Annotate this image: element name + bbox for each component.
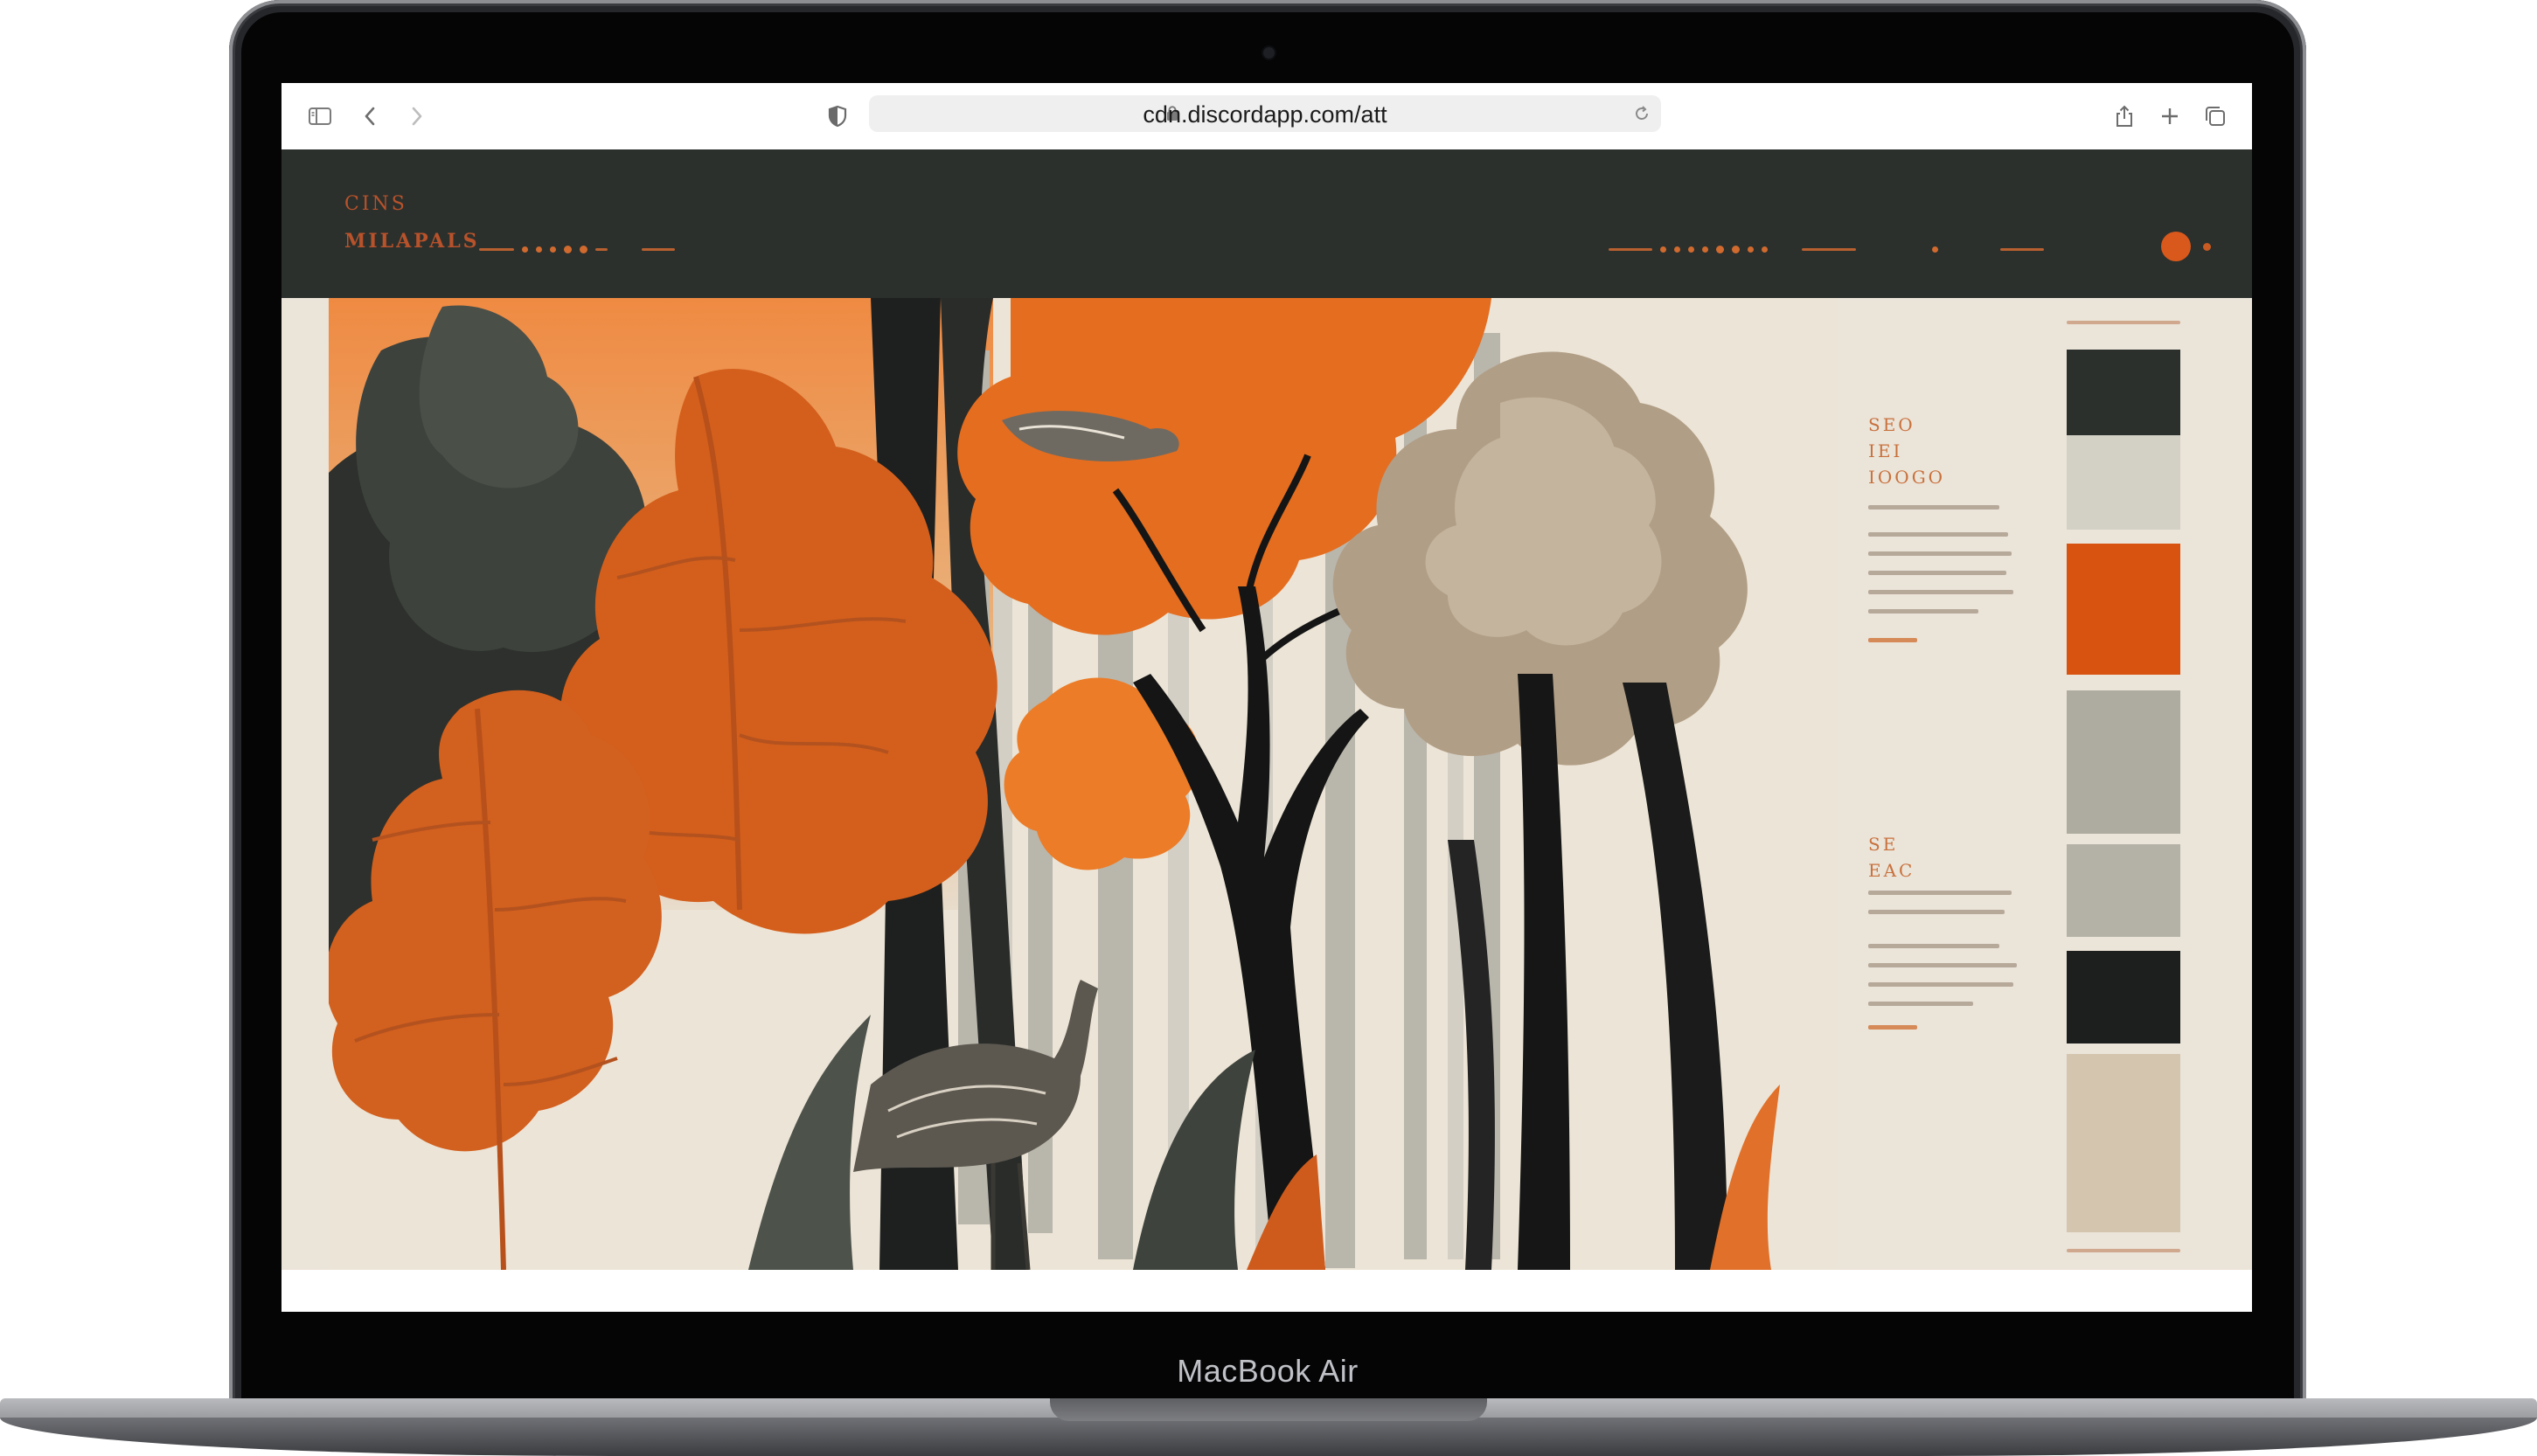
side-heading-line: SE xyxy=(1868,834,1899,855)
nav-dot xyxy=(580,245,587,253)
nav-dot xyxy=(1702,246,1708,253)
swatch-5[interactable] xyxy=(2067,844,2180,937)
nav-dot xyxy=(536,246,542,253)
side-text-block-2: SE EAC xyxy=(1868,831,2017,1030)
laptop-hinge-notch xyxy=(1050,1398,1487,1421)
url-text: cdn.discordapp.com/att xyxy=(1143,101,1387,128)
laptop-base-edge xyxy=(0,1418,2537,1456)
nav-dot xyxy=(550,246,556,253)
nav-link[interactable] xyxy=(595,247,608,251)
header-action-button[interactable] xyxy=(2161,232,2191,261)
side-heading-line: SEO xyxy=(1868,414,1915,435)
swatch-4[interactable] xyxy=(2067,690,2180,834)
side-heading-line: IOOGO xyxy=(1868,467,1946,488)
browser-screen: cdn.discordapp.com/att CINS MILAPALS SEO… xyxy=(282,83,2252,1312)
nav-link[interactable] xyxy=(642,247,675,251)
side-accent-line[interactable] xyxy=(1868,1025,1917,1030)
forward-icon[interactable] xyxy=(400,101,432,132)
sidebar-icon[interactable] xyxy=(304,101,336,132)
header-dot xyxy=(2203,243,2211,251)
swatch-6[interactable] xyxy=(2067,951,2180,1043)
nav-link[interactable] xyxy=(1609,247,1652,251)
nav-dot xyxy=(1674,246,1680,253)
nav-link[interactable] xyxy=(1802,247,1856,251)
nav-dot xyxy=(1716,245,1724,253)
nav-left[interactable] xyxy=(479,243,675,255)
address-bar[interactable]: cdn.discordapp.com/att xyxy=(869,95,1661,132)
forest-illustration xyxy=(329,298,1838,1270)
page-bottom-strip xyxy=(282,1270,2252,1312)
website: CINS MILAPALS SEO IEI IOOGO SE EAC xyxy=(282,149,2252,1312)
side-heading-line: EAC xyxy=(1868,860,1915,881)
side-paragraph xyxy=(1868,505,2013,614)
shield-icon[interactable] xyxy=(822,101,853,132)
nav-dot xyxy=(1688,246,1694,253)
swatch-1[interactable] xyxy=(2067,350,2180,435)
swatch-2[interactable] xyxy=(2067,435,2180,530)
nav-dot xyxy=(1748,246,1754,253)
nav-dot xyxy=(1932,246,1938,253)
nav-link[interactable] xyxy=(2000,247,2044,251)
share-icon[interactable] xyxy=(2109,101,2140,132)
nav-dot xyxy=(1762,246,1768,253)
tabs-icon[interactable] xyxy=(2200,101,2231,132)
nav-link[interactable] xyxy=(479,247,514,251)
side-text-block-1: SEO IEI IOOGO xyxy=(1868,412,2013,642)
palette-caption xyxy=(2067,321,2180,324)
side-accent-line[interactable] xyxy=(1868,638,1917,642)
nav-dot xyxy=(1732,245,1740,253)
new-tab-icon[interactable] xyxy=(2154,101,2186,132)
nav-dot xyxy=(522,246,528,253)
webcam xyxy=(1263,47,1275,59)
site-logo-line2[interactable]: MILAPALS xyxy=(344,230,480,253)
palette-footer xyxy=(2067,1249,2180,1252)
side-paragraph xyxy=(1868,891,2017,1006)
device-brand-label: MacBook Air xyxy=(1177,1353,1359,1389)
site-header: CINS MILAPALS xyxy=(282,149,2252,298)
site-logo-line1[interactable]: CINS xyxy=(344,193,407,215)
reload-icon[interactable] xyxy=(1631,103,1652,124)
back-icon[interactable] xyxy=(355,101,386,132)
nav-right[interactable] xyxy=(1609,243,2044,255)
nav-dot xyxy=(564,245,572,253)
browser-toolbar: cdn.discordapp.com/att xyxy=(282,83,2252,149)
swatch-7[interactable] xyxy=(2067,1054,2180,1232)
side-heading-line: IEI xyxy=(1868,440,1903,461)
nav-dot xyxy=(1660,246,1666,253)
swatch-3[interactable] xyxy=(2067,544,2180,675)
